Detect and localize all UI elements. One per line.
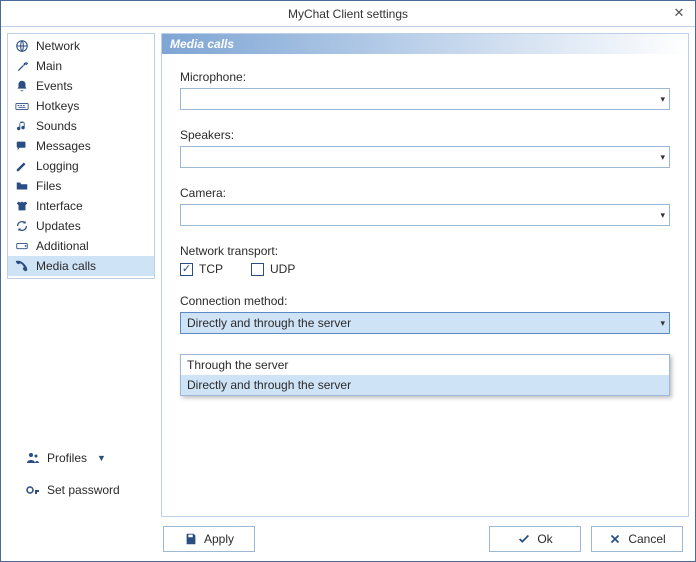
sidebar-item-label: Sounds bbox=[36, 119, 77, 133]
pencil-icon bbox=[14, 158, 30, 174]
sidebar-item-events[interactable]: Events bbox=[8, 76, 154, 96]
sidebar-item-logging[interactable]: Logging bbox=[8, 156, 154, 176]
checkbox-box bbox=[251, 263, 264, 276]
titlebar: MyChat Client settings ✕ bbox=[1, 1, 695, 27]
sidebar-item-label: Network bbox=[36, 39, 80, 53]
ok-label: Ok bbox=[537, 532, 552, 546]
apply-label: Apply bbox=[204, 532, 234, 546]
network-transport-row: Network transport: ✓ TCP UDP bbox=[180, 244, 670, 276]
bell-icon bbox=[14, 78, 30, 94]
camera-select[interactable]: ▾ bbox=[180, 204, 670, 226]
udp-checkbox[interactable]: UDP bbox=[251, 262, 295, 276]
apply-button[interactable]: Apply bbox=[163, 526, 255, 552]
sidebar-item-label: Files bbox=[36, 179, 61, 193]
people-icon bbox=[25, 450, 41, 466]
set-password-link[interactable]: Set password bbox=[11, 479, 151, 501]
cancel-button[interactable]: Cancel bbox=[591, 526, 683, 552]
speakers-row: Speakers: ▾ bbox=[180, 128, 670, 168]
check-icon bbox=[517, 532, 531, 546]
refresh-icon bbox=[14, 218, 30, 234]
sidebar-item-label: Interface bbox=[36, 199, 83, 213]
profiles-label: Profiles bbox=[47, 451, 87, 465]
wrench-icon bbox=[14, 58, 30, 74]
microphone-row: Microphone: ▾ bbox=[180, 70, 670, 110]
sidebar-item-main[interactable]: Main bbox=[8, 56, 154, 76]
tcp-label: TCP bbox=[199, 262, 223, 276]
camera-row: Camera: ▾ bbox=[180, 186, 670, 226]
connection-method-option[interactable]: Through the server bbox=[181, 355, 669, 375]
content-panel: Media calls Microphone: ▾ Speakers: ▾ bbox=[161, 33, 689, 517]
cancel-label: Cancel bbox=[628, 532, 665, 546]
connection-method-row: Connection method: Directly and through … bbox=[180, 294, 670, 334]
connection-method-value: Directly and through the server bbox=[187, 316, 351, 330]
connection-method-select[interactable]: Directly and through the server ▾ bbox=[180, 312, 670, 334]
close-icon bbox=[608, 532, 622, 546]
chevron-down-icon: ▾ bbox=[660, 318, 665, 329]
checkbox-box: ✓ bbox=[180, 263, 193, 276]
udp-label: UDP bbox=[270, 262, 295, 276]
close-button[interactable]: ✕ bbox=[671, 5, 687, 21]
sidebar-item-sounds[interactable]: Sounds bbox=[8, 116, 154, 136]
option-label: Through the server bbox=[187, 358, 288, 372]
drive-icon bbox=[14, 238, 30, 254]
profiles-link[interactable]: Profiles ▼ bbox=[11, 447, 151, 469]
phone-icon bbox=[14, 258, 30, 274]
messages-icon bbox=[14, 138, 30, 154]
sidebar-item-network[interactable]: Network bbox=[8, 36, 154, 56]
sidebar-item-media-calls[interactable]: Media calls bbox=[8, 256, 154, 276]
chevron-down-icon: ▾ bbox=[660, 152, 665, 163]
sidebar-item-label: Media calls bbox=[36, 259, 96, 273]
sidebar-item-hotkeys[interactable]: Hotkeys bbox=[8, 96, 154, 116]
sidebar-item-label: Hotkeys bbox=[36, 99, 79, 113]
sidebar-item-label: Events bbox=[36, 79, 73, 93]
window-body: Network Main Events Hotkeys Sounds bbox=[1, 27, 695, 517]
tcp-checkbox[interactable]: ✓ TCP bbox=[180, 262, 223, 276]
sidebar: Network Main Events Hotkeys Sounds bbox=[7, 33, 155, 517]
settings-window: MyChat Client settings ✕ Network Main Ev… bbox=[0, 0, 696, 562]
sidebar-item-label: Logging bbox=[36, 159, 79, 173]
chevron-down-icon: ▾ bbox=[660, 94, 665, 105]
sidebar-item-interface[interactable]: Interface bbox=[8, 196, 154, 216]
window-title: MyChat Client settings bbox=[288, 7, 408, 21]
content-header: Media calls bbox=[162, 34, 688, 54]
sidebar-item-files[interactable]: Files bbox=[8, 176, 154, 196]
connection-method-dropdown: Through the server Directly and through … bbox=[180, 354, 670, 396]
speakers-label: Speakers: bbox=[180, 128, 670, 142]
key-icon bbox=[25, 482, 41, 498]
speakers-select[interactable]: ▾ bbox=[180, 146, 670, 168]
camera-label: Camera: bbox=[180, 186, 670, 200]
sidebar-item-messages[interactable]: Messages bbox=[8, 136, 154, 156]
folder-icon bbox=[14, 178, 30, 194]
ok-button[interactable]: Ok bbox=[489, 526, 581, 552]
keyboard-icon bbox=[14, 98, 30, 114]
footer: Apply Ok Cancel bbox=[1, 517, 695, 561]
chevron-down-icon: ▾ bbox=[660, 210, 665, 221]
sidebar-footer: Profiles ▼ Set password bbox=[7, 439, 155, 517]
content-body: Microphone: ▾ Speakers: ▾ Camera: bbox=[162, 54, 688, 516]
save-icon bbox=[184, 532, 198, 546]
sidebar-item-additional[interactable]: Additional bbox=[8, 236, 154, 256]
music-icon bbox=[14, 118, 30, 134]
nav-list: Network Main Events Hotkeys Sounds bbox=[7, 33, 155, 279]
option-label: Directly and through the server bbox=[187, 378, 351, 392]
sidebar-item-label: Additional bbox=[36, 239, 89, 253]
sidebar-item-label: Messages bbox=[36, 139, 91, 153]
sidebar-item-label: Updates bbox=[36, 219, 81, 233]
chevron-down-icon: ▼ bbox=[97, 453, 106, 463]
microphone-label: Microphone: bbox=[180, 70, 670, 84]
shirt-icon bbox=[14, 198, 30, 214]
network-transport-label: Network transport: bbox=[180, 244, 670, 258]
globe-icon bbox=[14, 38, 30, 54]
set-password-label: Set password bbox=[47, 483, 120, 497]
content-title: Media calls bbox=[170, 37, 234, 51]
microphone-select[interactable]: ▾ bbox=[180, 88, 670, 110]
connection-method-option[interactable]: Directly and through the server bbox=[181, 375, 669, 395]
sidebar-item-label: Main bbox=[36, 59, 62, 73]
sidebar-item-updates[interactable]: Updates bbox=[8, 216, 154, 236]
connection-method-label: Connection method: bbox=[180, 294, 670, 308]
